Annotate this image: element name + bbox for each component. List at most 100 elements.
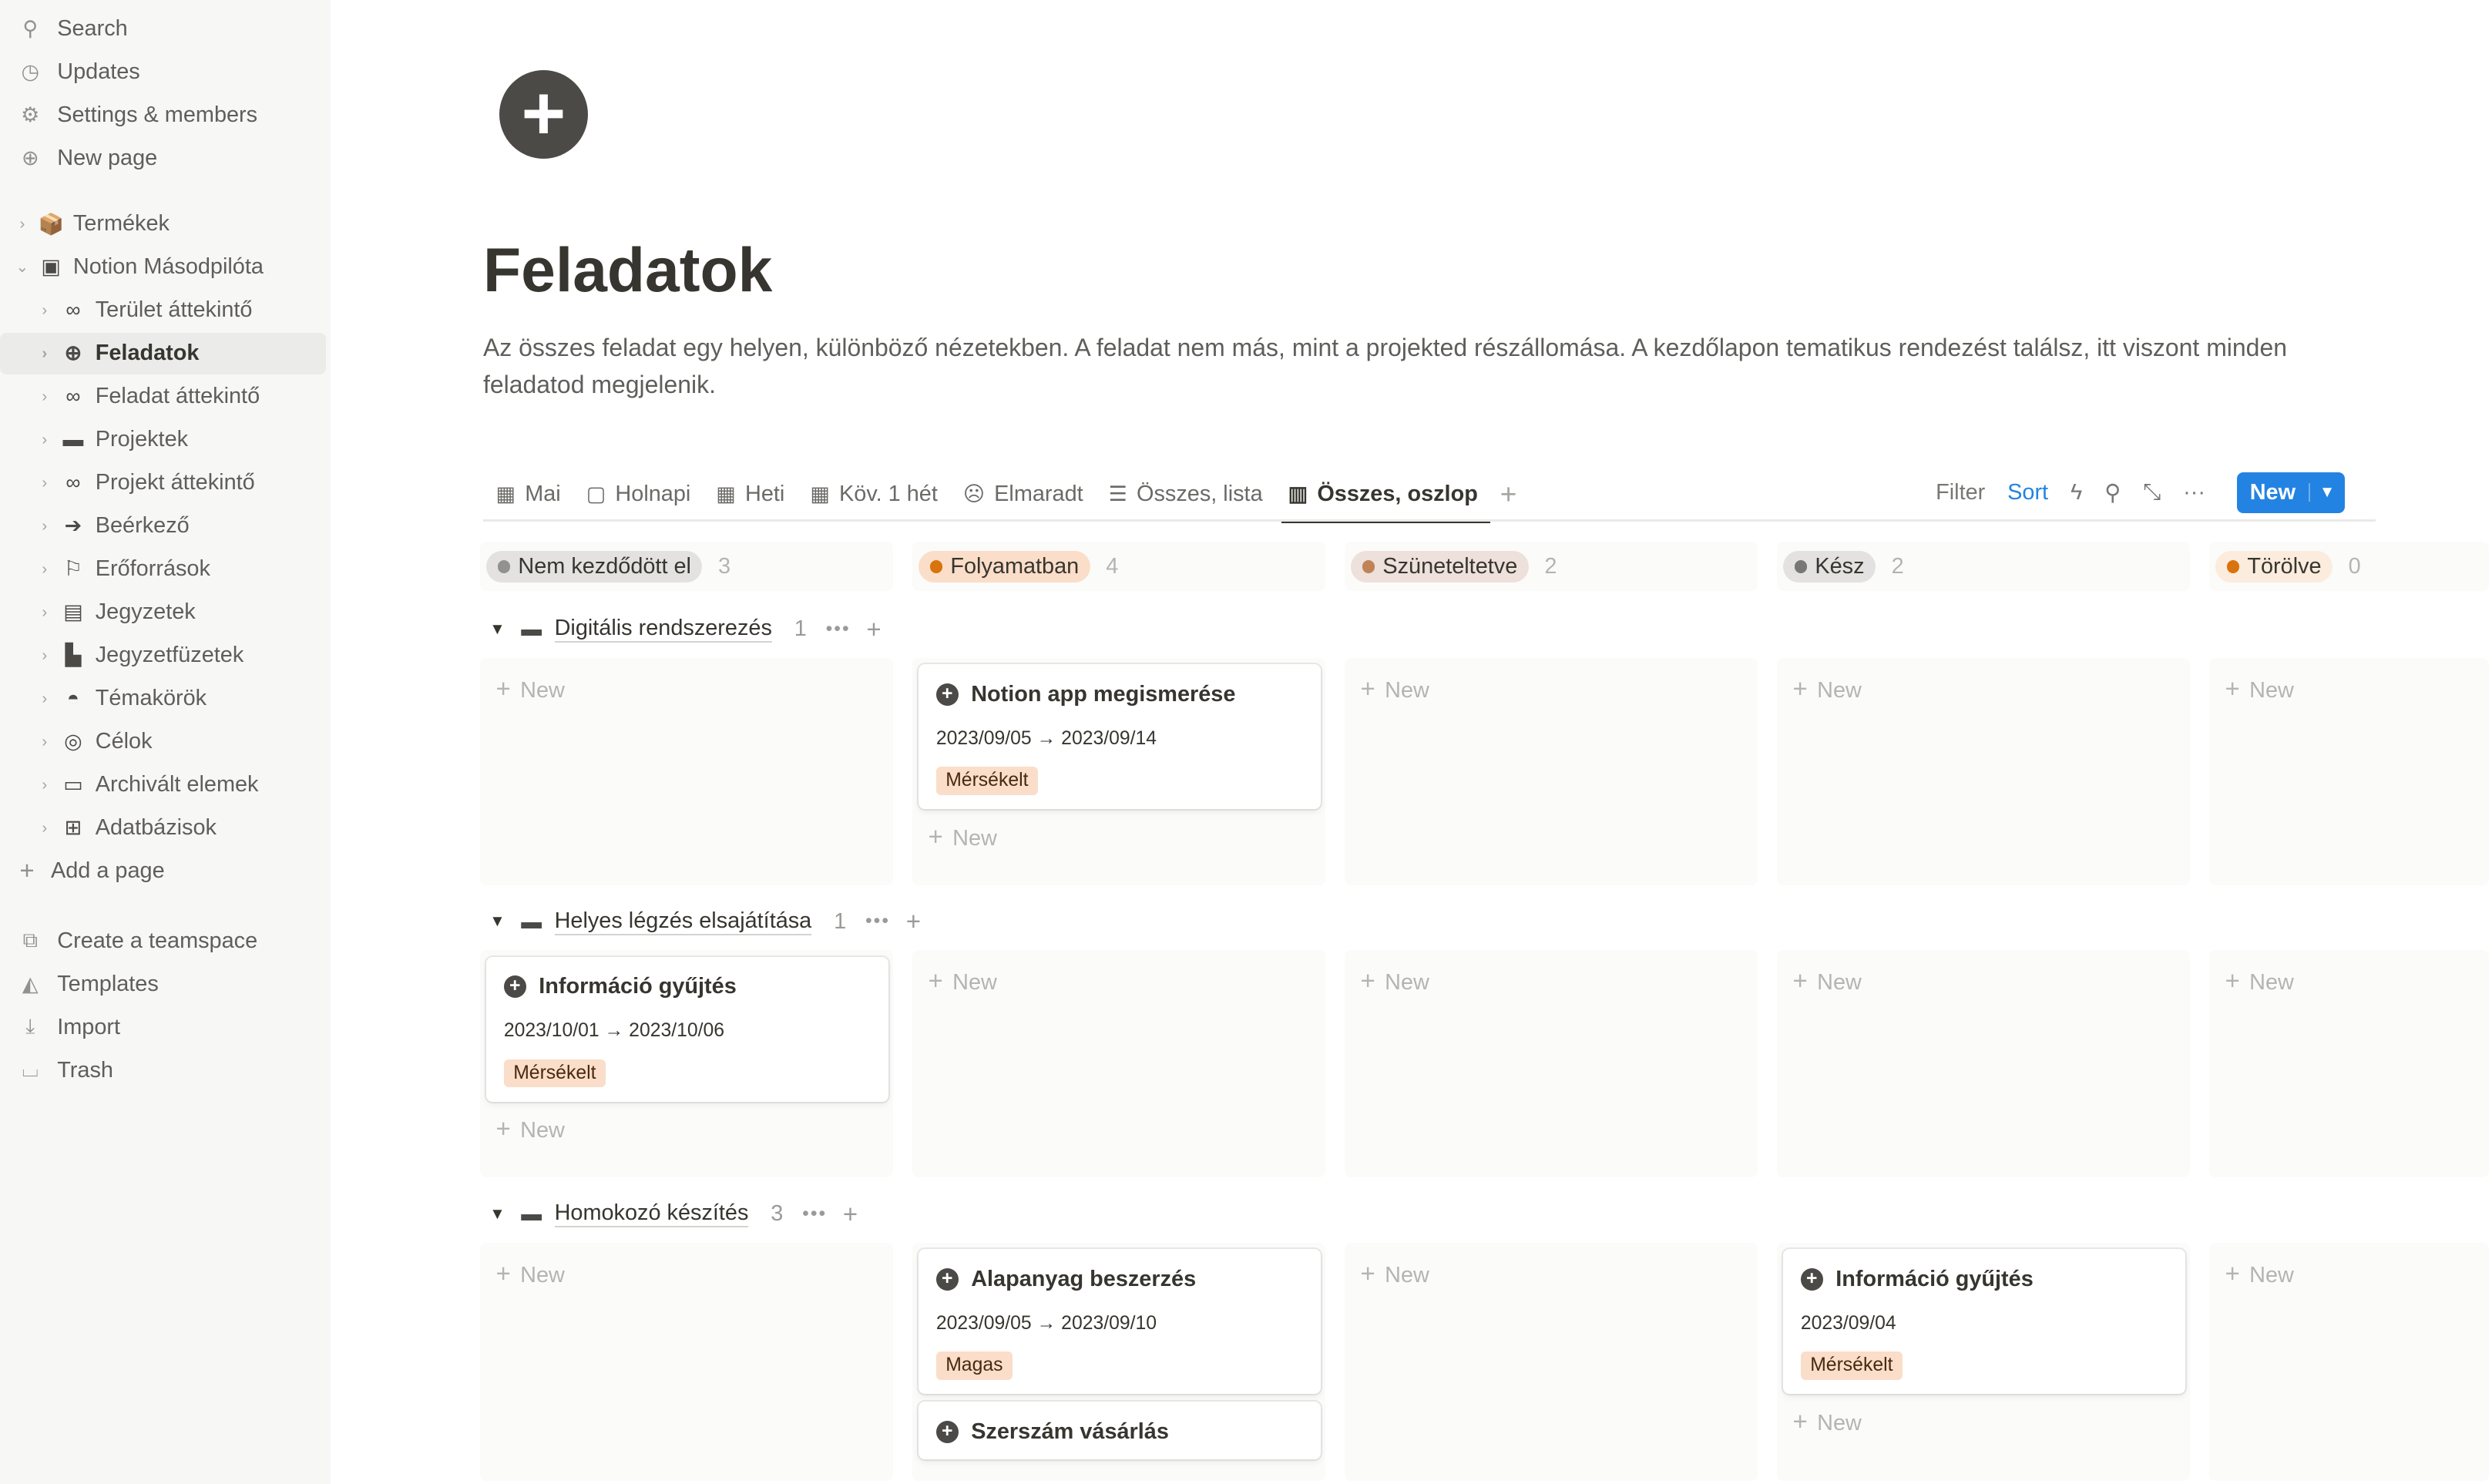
- sidebar-page-item[interactable]: › ∞ Feladat áttekintő: [0, 376, 326, 418]
- sidebar-item-search[interactable]: ⚲ Search: [0, 8, 326, 49]
- chevron-icon[interactable]: ›: [35, 474, 54, 492]
- tab-5[interactable]: ☰ Összes, lista: [1096, 471, 1275, 519]
- add-new-card-button[interactable]: + New: [2209, 1243, 2489, 1304]
- card-date: 2023/09/05 → 2023/09/14: [935, 727, 1157, 749]
- chevron-icon[interactable]: ›: [35, 560, 54, 579]
- sidebar-item-new-page[interactable]: ⊕ New page: [0, 138, 326, 180]
- chevron-icon[interactable]: ›: [13, 215, 32, 233]
- add-new-card-button[interactable]: + New: [912, 819, 1325, 854]
- group-add-plus-icon[interactable]: +: [866, 615, 881, 644]
- column-header[interactable]: Szüneteltetve 2: [1344, 542, 1758, 592]
- sidebar-item-settings-members[interactable]: ⚙ Settings & members: [0, 95, 326, 136]
- sidebar-page-item[interactable]: › ◎ Célok: [0, 721, 326, 763]
- task-card[interactable]: + Információ gyűjtés 2023/10/01 → 2023/10/…: [486, 956, 888, 1102]
- new-label: New: [1817, 970, 1862, 995]
- chevron-icon[interactable]: ›: [35, 344, 54, 363]
- chevron-down-icon[interactable]: ▼: [2308, 483, 2345, 502]
- search-icon[interactable]: ⚲: [2104, 479, 2121, 506]
- chevron-icon[interactable]: ⌄: [13, 257, 32, 277]
- tab-1[interactable]: ▢ Holnapi: [573, 471, 704, 519]
- new-button[interactable]: New ▼: [2237, 472, 2345, 514]
- gear-icon: ⚙: [21, 102, 40, 126]
- add-new-card-button[interactable]: + New: [1345, 1243, 1758, 1304]
- tab-3[interactable]: ▦ Köv. 1 hét: [798, 471, 951, 519]
- add-page-button[interactable]: + Add a page: [0, 850, 326, 891]
- sidebar-page-item[interactable]: › ▭ Archivált elemek: [0, 764, 326, 806]
- group-add-plus-icon[interactable]: +: [843, 1200, 858, 1229]
- task-card[interactable]: + Információ gyűjtés 2023/09/04 Mérsékelt: [1783, 1249, 2185, 1395]
- collapse-triangle-icon[interactable]: ▼: [489, 1205, 505, 1224]
- page-plus-icon[interactable]: +: [499, 69, 589, 159]
- sidebar-item-trash[interactable]: ⌴ Trash: [0, 1049, 326, 1091]
- add-view-plus-icon[interactable]: +: [1500, 478, 1517, 511]
- sidebar-item-import[interactable]: ⤓ Import: [0, 1006, 326, 1048]
- chevron-icon[interactable]: ›: [35, 603, 54, 622]
- add-new-card-button[interactable]: + New: [2209, 950, 2489, 1011]
- tab-0[interactable]: ▦ Mai: [483, 471, 573, 519]
- chevron-icon[interactable]: ›: [35, 690, 54, 708]
- sidebar-item-templates[interactable]: ◭ Templates: [0, 963, 326, 1005]
- chevron-icon[interactable]: ›: [35, 819, 54, 838]
- group-more-icon[interactable]: •••: [826, 619, 851, 640]
- sort-button[interactable]: Sort: [2007, 480, 2048, 505]
- status-label: Szüneteltetve: [1382, 553, 1518, 579]
- add-new-card-button[interactable]: + New: [480, 1111, 893, 1147]
- sidebar-page-item[interactable]: › ▙ Jegyzetfüzetek: [0, 635, 326, 677]
- sidebar-page-item[interactable]: › ⊞ Adatbázisok: [0, 807, 326, 849]
- sidebar-page-item[interactable]: › ▬ Projektek: [0, 419, 326, 461]
- chevron-icon[interactable]: ›: [35, 517, 54, 536]
- tab-4[interactable]: ☹ Elmaradt: [950, 471, 1096, 519]
- add-new-card-button[interactable]: + New: [912, 950, 1325, 1011]
- sidebar-item-create-a-teamspace[interactable]: ⧉ Create a teamspace: [0, 920, 326, 962]
- chevron-icon[interactable]: ›: [35, 388, 54, 406]
- group-name[interactable]: Digitális rendszerezés: [554, 616, 772, 643]
- chevron-icon[interactable]: ›: [35, 646, 54, 665]
- group-add-plus-icon[interactable]: +: [906, 907, 921, 936]
- tab-2[interactable]: ▦ Heti: [704, 471, 798, 519]
- column-header[interactable]: Törölve 0: [2208, 542, 2489, 592]
- new-button-label[interactable]: New: [2237, 480, 2308, 505]
- add-new-card-button[interactable]: + New: [1777, 658, 2190, 719]
- add-new-card-button[interactable]: + New: [1777, 1404, 2190, 1439]
- column-header[interactable]: Folyamatban 4: [912, 542, 1326, 592]
- group-name[interactable]: Helyes légzés elsajátítása: [554, 908, 812, 935]
- sidebar-page-item[interactable]: › ◓ Témakörök: [0, 678, 326, 720]
- group-name[interactable]: Homokozó készítés: [554, 1200, 749, 1228]
- add-new-card-button[interactable]: + New: [480, 1243, 893, 1304]
- task-card[interactable]: + Alapanyag beszerzés 2023/09/05 → 2023/09…: [919, 1249, 1321, 1395]
- collapse-triangle-icon[interactable]: ▼: [489, 620, 505, 639]
- add-new-card-button[interactable]: + New: [1345, 950, 1758, 1011]
- group-more-icon[interactable]: •••: [802, 1204, 827, 1225]
- add-new-card-button[interactable]: + New: [1777, 950, 2190, 1011]
- group-more-icon[interactable]: •••: [865, 911, 890, 932]
- filter-button[interactable]: Filter: [1936, 480, 1985, 505]
- collapse-triangle-icon[interactable]: ▼: [489, 912, 505, 931]
- task-card[interactable]: + Notion app megismerése 2023/09/05 → 2023…: [919, 664, 1321, 810]
- column-header[interactable]: Nem kezdődött el 3: [479, 542, 894, 592]
- chevron-icon[interactable]: ›: [35, 733, 54, 751]
- sidebar-page-item[interactable]: › 📦 Termékek: [0, 203, 326, 245]
- chevron-icon[interactable]: ›: [35, 301, 54, 320]
- tab-6[interactable]: ▥ Összes, oszlop: [1275, 471, 1492, 523]
- add-new-card-button[interactable]: + New: [480, 658, 893, 719]
- more-options-icon[interactable]: ···: [2183, 480, 2205, 505]
- page-title[interactable]: Feladatok: [483, 235, 772, 307]
- sidebar-page-item[interactable]: › ∞ Projekt áttekintő: [0, 462, 326, 504]
- sidebar-page-item[interactable]: › ▤ Jegyzetek: [0, 592, 326, 633]
- sidebar-page-item[interactable]: ⌄ ▣ Notion Másodpilóta: [0, 247, 326, 288]
- sidebar-page-item[interactable]: › ⊕ Feladatok: [0, 332, 326, 374]
- sidebar-page-item[interactable]: › ∞ Terület áttekintő: [0, 290, 326, 331]
- column-header[interactable]: Kész 2: [1776, 542, 2191, 592]
- page-description[interactable]: Az összes feladat egy helyen, különböző …: [483, 329, 2359, 404]
- chevron-icon[interactable]: ›: [35, 431, 54, 449]
- sidebar-page-item[interactable]: › ⚐ Erőforrások: [0, 549, 326, 590]
- new-label: New: [520, 677, 565, 703]
- add-new-card-button[interactable]: + New: [2209, 658, 2489, 719]
- automation-bolt-icon[interactable]: ϟ: [2071, 480, 2082, 505]
- add-new-card-button[interactable]: + New: [1345, 658, 1758, 719]
- expand-icon[interactable]: ⤡: [2143, 480, 2161, 505]
- sidebar-page-item[interactable]: › ➔ Beérkező: [0, 505, 326, 547]
- sidebar-item-updates[interactable]: ◷ Updates: [0, 51, 326, 92]
- chevron-icon[interactable]: ›: [35, 776, 54, 794]
- task-card[interactable]: + Szerszám vásárlás: [919, 1402, 1321, 1459]
